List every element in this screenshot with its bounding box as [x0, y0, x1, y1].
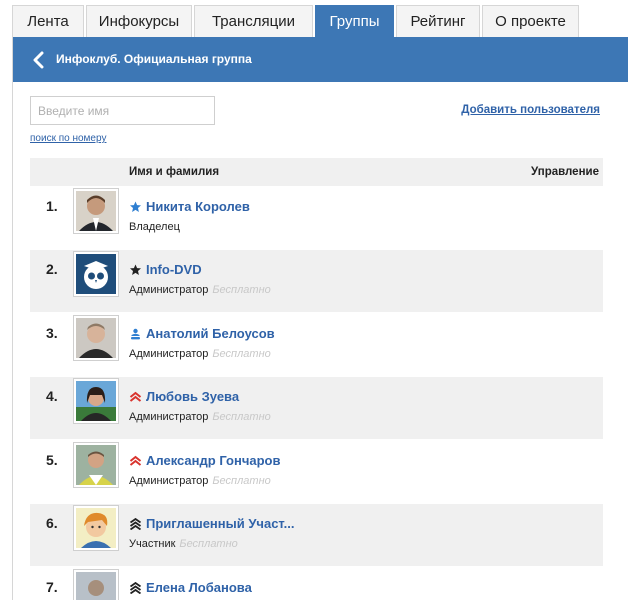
member-row: 5. Александр Гончаров Администратор Беспл…	[30, 441, 603, 503]
member-role-label: Администратор	[129, 411, 209, 423]
member-role: Участник Бесплатно	[129, 538, 238, 550]
add-user-link[interactable]: Добавить пользователя	[461, 104, 600, 116]
member-role-label: Администратор	[129, 284, 209, 296]
row-number: 2.	[46, 261, 58, 277]
member-plan: Бесплатно	[212, 284, 271, 296]
row-number: 5.	[46, 452, 58, 468]
member-role: Администратор Бесплатно	[129, 284, 271, 296]
search-by-number-link[interactable]: поиск по номеру	[30, 133, 106, 144]
member-role: Владелец	[129, 221, 180, 233]
row-number: 7.	[46, 579, 58, 595]
member-avatar[interactable]	[73, 505, 119, 551]
red-double-chevron-icon	[129, 391, 142, 402]
member-name-link[interactable]: Анатолий Белоусов	[146, 326, 275, 341]
tab-about[interactable]: О проекте	[482, 5, 579, 37]
search-input[interactable]	[30, 96, 215, 125]
group-title: Инфоклуб. Официальная группа	[56, 52, 252, 66]
member-plan: Бесплатно	[212, 348, 271, 360]
member-role: Администратор Бесплатно	[129, 475, 271, 487]
member-plan: Бесплатно	[212, 475, 271, 487]
member-plan: Бесплатно	[212, 411, 271, 423]
member-row: 6. Приглашенный Участ... Участник Бесплат…	[30, 504, 603, 566]
row-number: 3.	[46, 325, 58, 341]
tab-feed[interactable]: Лента	[12, 5, 84, 37]
top-tabs: Лента Инфокурсы Трансляции Группы Рейтин…	[12, 5, 581, 37]
table-header: Имя и фамилия Управление	[30, 158, 603, 186]
member-role-label: Администратор	[129, 348, 209, 360]
manage-column-header: Управление	[531, 166, 599, 178]
person-stack-icon	[131, 328, 140, 340]
member-avatar[interactable]	[73, 188, 119, 234]
owner-star-icon	[130, 201, 141, 212]
member-name-link[interactable]: Никита Королев	[146, 199, 250, 214]
member-avatar[interactable]	[73, 378, 119, 424]
admin-star-icon	[130, 264, 141, 275]
member-row: 2. Info-DVD Администратор Бесплатно	[30, 250, 603, 312]
member-avatar[interactable]	[73, 442, 119, 488]
member-row: 3. Анатолий Белоусов Администратор Беспла…	[30, 314, 603, 376]
group-header: Инфоклуб. Официальная группа	[13, 37, 628, 82]
black-triple-chevron-icon	[129, 518, 142, 530]
red-double-chevron-icon	[129, 455, 142, 466]
tab-groups[interactable]: Группы	[315, 5, 394, 37]
member-name-link[interactable]: Александр Гончаров	[146, 453, 280, 468]
name-column-header: Имя и фамилия	[129, 166, 220, 178]
member-role: Администратор Бесплатно	[129, 411, 271, 423]
member-role: Администратор Бесплатно	[129, 348, 271, 360]
row-number: 4.	[46, 388, 58, 404]
member-name-link[interactable]: Приглашенный Участ...	[146, 516, 294, 531]
tab-broadcasts[interactable]: Трансляции	[194, 5, 313, 37]
member-name-link[interactable]: Елена Лобанова	[146, 580, 252, 595]
tab-infocourses[interactable]: Инфокурсы	[86, 5, 192, 37]
member-avatar[interactable]	[73, 315, 119, 361]
member-role-label: Владелец	[129, 221, 180, 233]
black-triple-chevron-icon	[129, 582, 142, 594]
member-role-label: Участник	[129, 538, 176, 550]
member-name-link[interactable]: Любовь Зуева	[146, 389, 239, 404]
group-panel: Инфоклуб. Официальная группа поиск по но…	[12, 37, 628, 600]
row-number: 6.	[46, 515, 58, 531]
member-row: 4. Любовь Зуева Администратор Бесплатно	[30, 377, 603, 439]
member-role-label: Администратор	[129, 475, 209, 487]
member-row: 7. Елена Лобанова	[30, 568, 603, 600]
member-avatar[interactable]	[73, 569, 119, 600]
member-name-link[interactable]: Info-DVD	[146, 262, 202, 277]
member-plan: Бесплатно	[179, 538, 238, 550]
tab-rating[interactable]: Рейтинг	[396, 5, 480, 37]
member-row: 1. Никита Королев Владелец	[30, 187, 603, 249]
member-avatar[interactable]	[73, 251, 119, 297]
row-number: 1.	[46, 198, 58, 214]
back-chevron-icon[interactable]	[31, 51, 47, 69]
